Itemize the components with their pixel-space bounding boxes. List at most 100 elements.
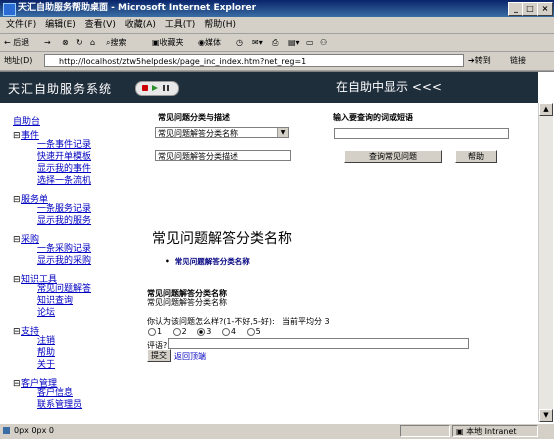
stop-icon[interactable] — [142, 85, 148, 91]
expand-icon[interactable]: ⊟ — [13, 195, 21, 205]
nav-item[interactable]: 知识查询 — [37, 295, 133, 307]
menu-edit[interactable]: 编辑(E) — [45, 17, 76, 33]
window-titlebar: 天汇自助服务帮助桌面 - Microsoft Internet Explorer… — [0, 0, 554, 17]
nav-section-title[interactable]: ⊟事件 — [13, 128, 133, 141]
window-title: 天汇自助服务帮助桌面 - Microsoft Internet Explorer — [18, 3, 257, 13]
close-button[interactable]: × — [537, 2, 553, 16]
search-label: 搜索 — [110, 38, 127, 47]
nav-item[interactable]: 论坛 — [37, 307, 133, 319]
go-button[interactable]: ➔转到 — [468, 55, 491, 66]
radio-icon[interactable] — [246, 327, 255, 336]
nav-section-title[interactable]: ⊟服务单 — [13, 192, 133, 205]
rating-option[interactable]: 2 — [172, 327, 191, 336]
nav-section-title[interactable]: ⊟知识工具 — [13, 272, 133, 285]
nav-home[interactable]: 自助台 — [13, 114, 133, 127]
nav-section-title[interactable]: ⊟支持 — [13, 324, 133, 337]
menu-file[interactable]: 文件(F) — [6, 17, 36, 33]
expand-icon[interactable]: ⊟ — [13, 275, 21, 285]
average-label: 当前平均分 — [282, 317, 322, 326]
scroll-up-icon[interactable]: ▲ — [539, 103, 553, 116]
menu-view[interactable]: 查看(V) — [85, 17, 116, 33]
nav-item[interactable]: 一条事件记录 — [37, 139, 133, 151]
expand-icon[interactable]: ⊟ — [13, 131, 21, 141]
vertical-scrollbar[interactable]: ▲ ▼ — [538, 103, 553, 422]
submit-button[interactable]: 提交 — [147, 349, 171, 362]
category-select[interactable]: 常见问题解答分类名称 ▼ — [155, 127, 289, 138]
nav-section-support: ⊟支持 注销 帮助 关于 — [13, 324, 133, 371]
forward-button[interactable]: → — [44, 36, 51, 49]
menu-help[interactable]: 帮助(H) — [204, 17, 236, 33]
nav-item[interactable]: 关于 — [37, 359, 133, 371]
average-value: 3 — [324, 317, 330, 326]
search-button[interactable]: ⌕搜索 — [106, 36, 126, 49]
nav-item[interactable]: 一条服务记录 — [37, 203, 133, 215]
category-select-value: 常见问题解答分类名称 — [158, 129, 238, 138]
average-score: 当前平均分 3 — [282, 316, 330, 327]
stop-icon[interactable]: ⊗ — [62, 36, 69, 49]
nav-item[interactable]: 一条采购记录 — [37, 243, 133, 255]
zone-cell: ▣ 本地 Intranet — [452, 425, 538, 437]
nav-item[interactable]: 常见问题解答 — [37, 283, 133, 295]
help-button[interactable]: 帮助 — [455, 150, 497, 163]
chevron-down-icon[interactable]: ▼ — [277, 128, 288, 137]
menu-favorites[interactable]: 收藏(A) — [125, 17, 156, 33]
address-input[interactable]: http://localhost/ztw5helpdesk/page_inc_i… — [44, 54, 464, 67]
rating-option[interactable]: 4 — [221, 327, 240, 336]
history-icon[interactable]: ◷ — [236, 36, 243, 49]
messenger-icon[interactable]: ⚇ — [320, 36, 327, 49]
nav-section-purchase: ⊟采购 一条采购记录 显示我的采购 — [13, 232, 133, 267]
page-title: 常见问题解答分类名称 — [152, 231, 292, 247]
sidebar-nav: 自助台 ⊟事件 一条事件记录 快速开单模板 显示我的事件 选择一条流机 ⊟服务单… — [13, 114, 133, 411]
expand-icon[interactable]: ⊟ — [13, 379, 21, 389]
maximize-button[interactable]: □ — [522, 2, 538, 16]
scroll-down-icon[interactable]: ▼ — [539, 409, 553, 422]
links-button[interactable]: 链接 — [510, 55, 526, 66]
nav-item[interactable]: 显示我的事件 — [37, 163, 133, 175]
description-field[interactable]: 常见问题解答分类描述 — [155, 150, 291, 161]
refresh-icon[interactable]: ↻ — [76, 36, 83, 49]
media-button[interactable]: ◉媒体 — [198, 36, 221, 49]
favorites-label: 收藏夹 — [159, 38, 184, 47]
query-input[interactable] — [334, 128, 509, 139]
nav-item[interactable]: 选择一条流机 — [37, 175, 133, 187]
back-button[interactable]: ← 后退 — [4, 36, 29, 49]
expand-icon[interactable]: ⊟ — [13, 327, 21, 337]
media-player-control[interactable] — [135, 81, 179, 96]
radio-icon[interactable] — [148, 327, 156, 336]
back-to-top-link[interactable]: 返回顶端 — [174, 351, 206, 362]
faq-category-link[interactable]: 常见问题解答分类名称 — [165, 256, 250, 267]
radio-icon[interactable] — [172, 327, 181, 336]
home-icon[interactable]: ⌂ — [90, 36, 95, 49]
comment-input[interactable] — [168, 338, 469, 349]
nav-item[interactable]: 客户信息 — [37, 387, 133, 399]
zone-text: 本地 Intranet — [466, 427, 517, 436]
nav-item[interactable]: 显示我的采购 — [37, 255, 133, 267]
mail-icon[interactable]: ✉▾ — [252, 36, 263, 49]
nav-item[interactable]: 联系管理员 — [37, 399, 133, 411]
edit-icon[interactable]: ▤▾ — [288, 36, 300, 49]
nav-item[interactable]: 快速开单模板 — [37, 151, 133, 163]
nav-item[interactable]: 帮助 — [37, 347, 133, 359]
rating-radio-group: 1 2 3 4 5 — [148, 327, 269, 336]
radio-icon[interactable] — [221, 327, 230, 336]
menu-tools[interactable]: 工具(T) — [165, 17, 196, 33]
print-icon[interactable]: ⎙ — [272, 36, 278, 49]
rating-option[interactable]: 5 — [246, 327, 265, 336]
page-icon — [3, 427, 10, 434]
nav-item[interactable]: 注销 — [37, 335, 133, 347]
nav-section-title[interactable]: ⊟采购 — [13, 232, 133, 245]
search-faq-button[interactable]: 查询常见问题 — [344, 150, 442, 163]
toolbar: ← 后退 → ⊗ ↻ ⌂ ⌕搜索 ▣收藏夹 ◉媒体 ◷ ✉▾ ⎙ ▤▾ ▭ ⚇ — [0, 34, 554, 52]
nav-section-title[interactable]: ⊟客户管理 — [13, 376, 133, 389]
nav-item[interactable]: 显示我的服务 — [37, 215, 133, 227]
rating-option[interactable]: 1 — [148, 327, 166, 336]
favorites-icon: ▣ — [152, 38, 160, 47]
discuss-icon[interactable]: ▭ — [306, 36, 314, 49]
radio-selected-icon[interactable] — [197, 327, 206, 336]
pause-icon[interactable] — [163, 85, 169, 91]
expand-icon[interactable]: ⊟ — [13, 235, 21, 245]
play-icon[interactable] — [152, 85, 158, 91]
nav-section-service: ⊟服务单 一条服务记录 显示我的服务 — [13, 192, 133, 227]
rating-option-selected[interactable]: 3 — [197, 327, 215, 336]
favorites-button[interactable]: ▣收藏夹 — [152, 36, 184, 49]
